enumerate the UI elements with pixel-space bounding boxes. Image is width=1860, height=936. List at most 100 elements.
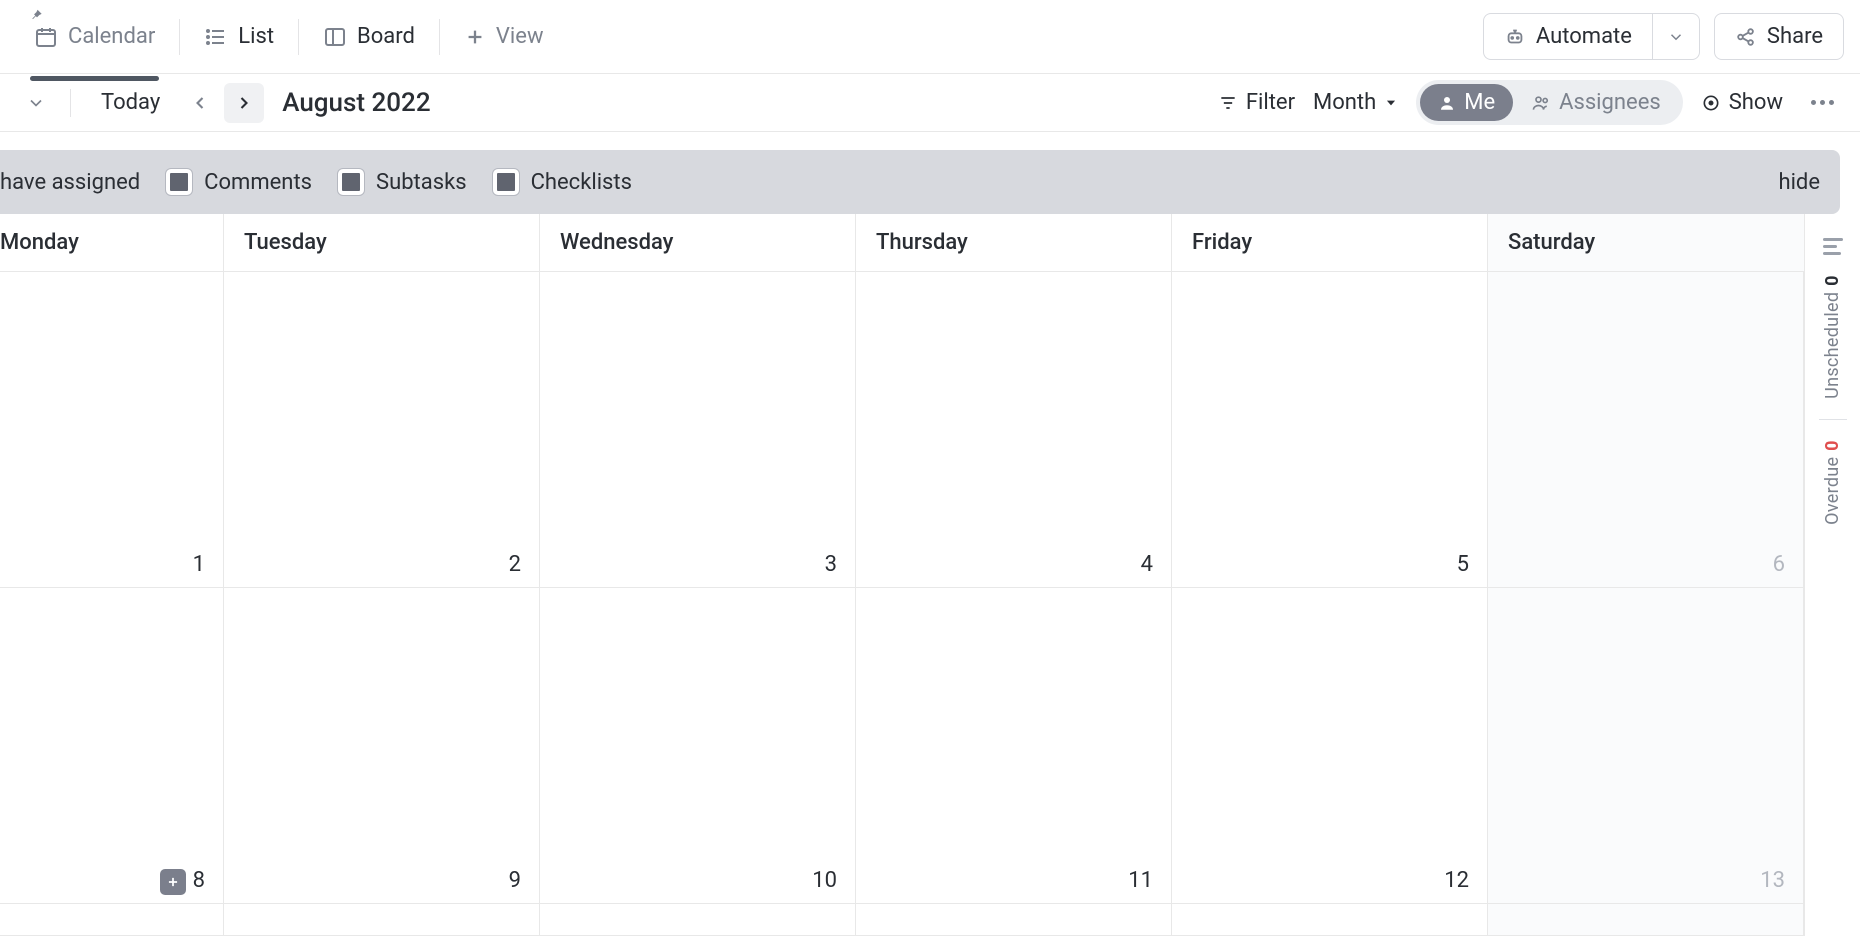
nav-right: Filter Month Me Assignees (1218, 80, 1844, 125)
automate-button[interactable]: Automate (1483, 13, 1652, 60)
calendar-cell[interactable]: 4 (856, 272, 1172, 588)
hide-filter-bar-button[interactable]: hide (1778, 170, 1820, 195)
date-number: 8 (193, 868, 205, 893)
unscheduled-panel-toggle[interactable]: Unscheduled 0 (1822, 275, 1843, 399)
share-icon (1735, 26, 1757, 48)
overdue-panel-toggle[interactable]: Overdue 0 (1822, 440, 1843, 525)
calendar-cell[interactable]: 6 (1488, 272, 1804, 588)
period-title: August 2022 (282, 88, 430, 118)
date-number: 10 (812, 868, 837, 893)
divider (298, 19, 299, 55)
calendar-cell[interactable]: 2 (224, 272, 540, 588)
chevron-down-icon (1667, 28, 1685, 46)
date-number: 1 (193, 552, 205, 577)
add-view-button[interactable]: View (446, 14, 562, 59)
people-icon (1531, 93, 1551, 113)
chevron-right-icon (234, 93, 254, 113)
tab-list[interactable]: List (186, 14, 292, 59)
calendar-cell[interactable] (0, 904, 224, 936)
day-header: Wednesday (540, 214, 856, 271)
show-label: Show (1729, 90, 1783, 115)
filter-label: Filter (1246, 90, 1295, 115)
more-menu-button[interactable] (1801, 94, 1844, 111)
tab-calendar-label: Calendar (68, 24, 155, 49)
tab-board[interactable]: Board (305, 14, 433, 59)
calendar-cell[interactable]: 5 (1172, 272, 1488, 588)
filter-button[interactable]: Filter (1218, 90, 1295, 115)
divider (439, 19, 440, 55)
calendar-cell[interactable]: 10 (540, 588, 856, 904)
calendar-cell[interactable] (1172, 904, 1488, 936)
date-number: 5 (1457, 552, 1469, 577)
automate-dropdown[interactable] (1652, 13, 1700, 60)
calendar-cell[interactable]: 8 (0, 588, 224, 904)
next-period-button[interactable] (224, 83, 264, 123)
calendar-cell[interactable] (540, 904, 856, 936)
prev-period-button[interactable] (180, 83, 220, 123)
calendar-icon (34, 25, 58, 49)
filter-options-bar: have assigned Comments Subtasks Checklis… (0, 150, 1840, 214)
caret-down-icon (1384, 96, 1398, 110)
assignee-toggle: Me Assignees (1416, 80, 1682, 125)
view-tabs: Calendar List Board View (16, 14, 561, 59)
date-number: 11 (1128, 868, 1153, 893)
share-label: Share (1767, 24, 1823, 49)
assignees-label: Assignees (1559, 90, 1661, 115)
overdue-label: Overdue (1822, 457, 1843, 525)
subtasks-label: Subtasks (376, 170, 467, 195)
assignees-toggle[interactable]: Assignees (1513, 84, 1679, 121)
plus-icon (464, 26, 486, 48)
chevron-left-icon (190, 93, 210, 113)
calendar-cell[interactable]: 12 (1172, 588, 1488, 904)
calendar-cell[interactable]: 1 (0, 272, 224, 588)
automate-group: Automate (1483, 13, 1700, 60)
calendar-cell[interactable]: 3 (540, 272, 856, 588)
add-task-button[interactable] (160, 869, 186, 895)
checklists-checkbox[interactable]: Checklists (493, 169, 632, 195)
comments-label: Comments (204, 170, 312, 195)
view-tabs-bar: Calendar List Board View (0, 0, 1860, 74)
date-number: 9 (509, 868, 521, 893)
divider (70, 89, 71, 117)
filter-icon (1218, 93, 1238, 113)
nav-left: Today August 2022 (16, 83, 431, 123)
day-header: Monday (0, 214, 224, 271)
rail-toggle-button[interactable] (1823, 238, 1843, 255)
share-button[interactable]: Share (1714, 13, 1844, 60)
date-number: 4 (1141, 552, 1153, 577)
collapse-sidebar-button[interactable] (16, 83, 56, 123)
checkbox-icon (338, 169, 364, 195)
chevron-down-icon (26, 93, 46, 113)
automate-label: Automate (1536, 24, 1632, 49)
calendar-cell[interactable] (224, 904, 540, 936)
calendar-cell[interactable] (1488, 904, 1804, 936)
calendar-body: Monday Tuesday Wednesday Thursday Friday… (0, 214, 1804, 936)
tab-calendar[interactable]: Calendar (16, 14, 173, 59)
day-header: Tuesday (224, 214, 540, 271)
unscheduled-label: Unscheduled (1822, 292, 1843, 399)
calendar-cell[interactable]: 9 (224, 588, 540, 904)
calendar-cell[interactable]: 11 (856, 588, 1172, 904)
show-button[interactable]: Show (1701, 90, 1783, 115)
calendar-cell[interactable]: 13 (1488, 588, 1804, 904)
filter-partial-label: have assigned (0, 170, 140, 195)
divider (1819, 419, 1847, 420)
divider (179, 19, 180, 55)
me-toggle[interactable]: Me (1420, 84, 1513, 121)
checklists-label: Checklists (531, 170, 632, 195)
list-icon (204, 25, 228, 49)
timescale-label: Month (1313, 90, 1376, 115)
calendar-cell[interactable] (856, 904, 1172, 936)
timescale-dropdown[interactable]: Month (1313, 90, 1398, 115)
subtasks-checkbox[interactable]: Subtasks (338, 169, 467, 195)
date-number: 12 (1444, 868, 1469, 893)
pin-icon (30, 8, 44, 22)
tab-board-label: Board (357, 24, 415, 49)
comments-checkbox[interactable]: Comments (166, 169, 312, 195)
right-rail: Unscheduled 0 Overdue 0 (1804, 214, 1860, 936)
checkbox-icon (166, 169, 192, 195)
day-header: Thursday (856, 214, 1172, 271)
today-button[interactable]: Today (85, 84, 176, 121)
date-number: 6 (1773, 552, 1785, 577)
robot-icon (1504, 26, 1526, 48)
